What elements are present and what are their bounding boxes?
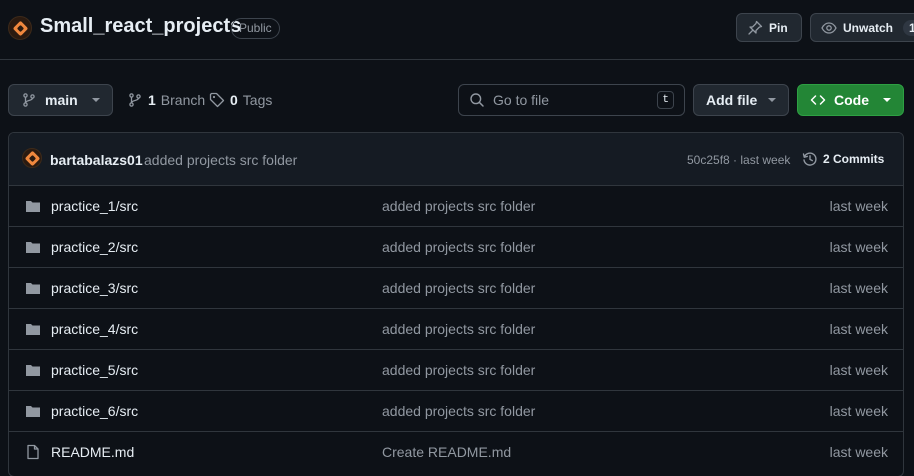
file-commit-message[interactable]: added projects src folder (382, 239, 535, 255)
go-to-file-input[interactable]: Go to file t (458, 84, 685, 116)
file-name-link[interactable]: practice_2/src (51, 239, 138, 255)
commit-author[interactable]: bartabalazs01 (50, 152, 143, 168)
branch-icon (127, 92, 143, 108)
table-row[interactable]: practice_5/src added projects src folder… (9, 350, 903, 391)
pin-label: Pin (769, 20, 788, 35)
add-file-label: Add file (706, 92, 758, 108)
folder-icon (25, 403, 41, 419)
file-date: last week (829, 403, 888, 419)
table-row[interactable]: practice_4/src added projects src folder… (9, 309, 903, 350)
file-name-link[interactable]: practice_3/src (51, 280, 138, 296)
branch-select[interactable]: main (8, 84, 113, 116)
chevron-down-icon (768, 98, 776, 102)
file-date: last week (829, 444, 888, 460)
table-row[interactable]: README.md Create README.md last week (9, 432, 903, 473)
table-row[interactable]: practice_6/src added projects src folder… (9, 391, 903, 432)
file-commit-message[interactable]: added projects src folder (382, 280, 535, 296)
file-name-link[interactable]: practice_1/src (51, 198, 138, 214)
pin-button[interactable]: Pin (736, 13, 802, 42)
latest-commit-bar: bartabalazs01 added projects src folder … (9, 133, 903, 186)
pin-icon (747, 20, 763, 36)
keyboard-shortcut-hint: t (657, 91, 674, 109)
file-list: bartabalazs01 added projects src folder … (8, 132, 904, 476)
branch-name: main (45, 92, 78, 108)
folder-icon (25, 362, 41, 378)
repo-header: Small_react_projects Public Pin Unwatch … (0, 0, 914, 60)
file-name-link[interactable]: practice_4/src (51, 321, 138, 337)
folder-icon (25, 239, 41, 255)
file-commit-message[interactable]: added projects src folder (382, 403, 535, 419)
file-icon (25, 444, 41, 460)
unwatch-label: Unwatch (843, 20, 894, 35)
tag-count-label: Tags (242, 92, 273, 108)
tags-link[interactable]: 0 Tags (209, 92, 272, 108)
file-name-link[interactable]: README.md (51, 444, 134, 460)
eye-icon (821, 20, 837, 36)
commits-history-link[interactable]: 2 Commits (802, 151, 884, 167)
tag-count: 0 (230, 92, 238, 108)
owner-avatar[interactable] (8, 16, 32, 40)
table-row[interactable]: practice_1/src added projects src folder… (9, 186, 903, 227)
chevron-down-icon (92, 98, 100, 102)
search-icon (469, 92, 485, 108)
file-name-link[interactable]: practice_5/src (51, 362, 138, 378)
code-button[interactable]: Code (797, 84, 904, 116)
branches-link[interactable]: 1 Branch (127, 92, 205, 108)
chevron-down-icon (883, 98, 891, 102)
history-icon (802, 151, 818, 167)
code-icon (810, 92, 826, 108)
tag-icon (209, 92, 225, 108)
branch-count: 1 (148, 92, 156, 108)
add-file-button[interactable]: Add file (693, 84, 789, 116)
commit-message[interactable]: added projects src folder (144, 152, 297, 168)
file-date: last week (829, 362, 888, 378)
file-name-link[interactable]: practice_6/src (51, 403, 138, 419)
branch-count-label: Branch (160, 92, 206, 108)
branch-icon (21, 92, 37, 108)
watch-count: 1 (903, 19, 914, 36)
visibility-badge: Public (231, 18, 280, 39)
file-date: last week (829, 239, 888, 255)
commits-count: 2 Commits (823, 152, 885, 166)
file-commit-message[interactable]: added projects src folder (382, 321, 535, 337)
folder-icon (25, 280, 41, 296)
file-commit-message[interactable]: Create README.md (382, 444, 511, 460)
file-commit-message[interactable]: added projects src folder (382, 198, 535, 214)
table-row[interactable]: practice_3/src added projects src folder… (9, 268, 903, 309)
code-label: Code (834, 92, 869, 108)
go-to-file-placeholder: Go to file (493, 92, 550, 108)
file-date: last week (829, 198, 888, 214)
repo-name[interactable]: Small_react_projects (40, 15, 241, 38)
folder-icon (25, 321, 41, 337)
unwatch-button[interactable]: Unwatch 1 (810, 13, 914, 42)
table-row[interactable]: practice_2/src added projects src folder… (9, 227, 903, 268)
file-date: last week (829, 321, 888, 337)
author-avatar[interactable] (22, 148, 42, 168)
commit-hash-time[interactable]: 50c25f8 · last week (687, 153, 790, 167)
folder-icon (25, 198, 41, 214)
file-date: last week (829, 280, 888, 296)
file-commit-message[interactable]: added projects src folder (382, 362, 535, 378)
